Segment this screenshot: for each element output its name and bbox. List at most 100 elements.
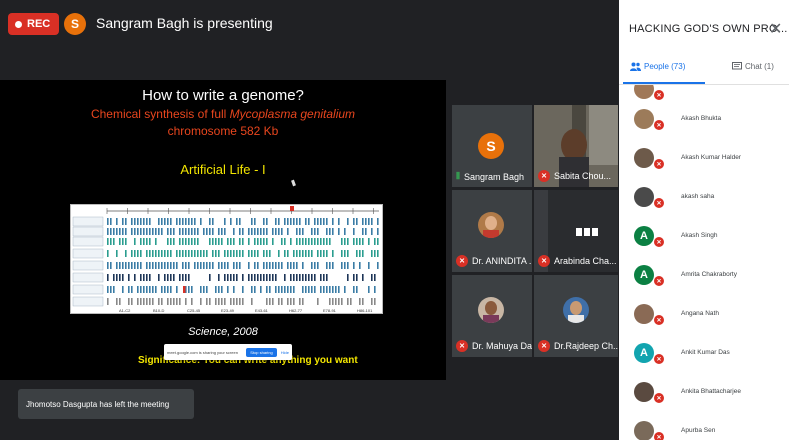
map-gene-bar — [194, 238, 196, 245]
map-gene-bar — [242, 228, 244, 235]
map-gene-bar — [263, 218, 265, 225]
map-gene-bar — [149, 274, 151, 281]
map-gene-bar — [152, 228, 154, 235]
participant-row[interactable]: A ✕ Ankit Kumar Das — [619, 339, 789, 369]
map-gene-bar — [257, 262, 259, 269]
participant-tile-mahuya[interactable]: ✕ Dr. Mahuya Das — [452, 275, 532, 357]
map-gene-bar — [209, 228, 211, 235]
map-gene-bar — [125, 250, 127, 257]
map-gene-bar — [359, 298, 361, 305]
map-gene-bar — [176, 250, 178, 257]
map-gene-bar — [173, 228, 175, 235]
map-gene-bar — [326, 238, 328, 245]
participant-row[interactable]: ✕ Angana Nath — [619, 300, 789, 330]
map-gene-bar — [158, 274, 160, 281]
map-gene-bar — [155, 238, 157, 245]
map-gene-bar — [230, 250, 232, 257]
map-gene-bar — [257, 250, 259, 257]
slide-artificial-life: Artificial Life - I — [180, 162, 266, 177]
map-gene-bar — [137, 262, 139, 269]
map-gene-bar — [233, 298, 235, 305]
mic-off-icon: ✕ — [653, 431, 665, 440]
map-axis-label: H86-101 — [357, 308, 373, 313]
map-gene-bar — [344, 238, 346, 245]
map-gene-bar — [161, 298, 163, 305]
map-gene-bar — [164, 262, 166, 269]
participant-row[interactable]: ✕ Akash Kumar Halder — [619, 144, 789, 174]
record-dot-icon — [15, 20, 22, 28]
tile-name-label: Dr.Rajdeep Ch... — [554, 341, 618, 351]
map-gene-bar — [287, 262, 289, 269]
participant-tile-rajdeep[interactable]: ✕ Dr.Rajdeep Ch... — [534, 275, 618, 357]
map-gene-bar — [170, 228, 172, 235]
map-gene-bar — [347, 274, 349, 281]
hide-share-bar-button[interactable]: Hide — [281, 350, 289, 355]
map-gene-bar — [227, 250, 229, 257]
mic-off-icon: ✕ — [653, 89, 665, 101]
tile-name: ⦀ Sangram Bagh — [456, 171, 524, 182]
map-gene-bar — [344, 286, 346, 293]
map-gene-bar — [362, 238, 364, 245]
participant-row[interactable]: ✕ Ankita Bhattacharjee — [619, 378, 789, 408]
participant-row[interactable]: A ✕ Amrita Chakraborty — [619, 261, 789, 291]
avatar: A — [634, 226, 654, 246]
map-gene-bar — [326, 218, 328, 225]
tab-people[interactable]: People (73) — [630, 62, 685, 71]
map-gene-bar — [266, 286, 268, 293]
participant-row[interactable]: ✕ akash saha — [619, 183, 789, 213]
map-gene-bar — [218, 250, 220, 257]
map-gene-bar — [161, 250, 163, 257]
chat-icon — [732, 62, 742, 70]
map-gene-bar — [182, 250, 184, 257]
participant-tile-arabinda[interactable]: ✕ Arabinda Cha... — [534, 190, 618, 272]
close-icon[interactable]: ✕ — [769, 19, 782, 39]
slide-subtitle-line1: Chemical synthesis of full Mycoplasma ge… — [0, 107, 446, 121]
map-gene-bar — [299, 274, 301, 281]
participant-tile-anindita[interactable]: ✕ Dr. ANINDITA ... — [452, 190, 532, 272]
map-gene-bar — [221, 228, 223, 235]
stop-sharing-button[interactable]: Stop sharing — [246, 347, 277, 357]
map-gene-bar — [284, 286, 286, 293]
map-gene-bar — [116, 250, 118, 257]
map-gene-bar — [218, 298, 220, 305]
map-gene-bar — [323, 250, 325, 257]
map-gene-bar — [155, 250, 157, 257]
map-gene-bar — [173, 238, 175, 245]
map-gene-bar — [359, 238, 361, 245]
map-gene-bar — [251, 228, 253, 235]
map-gene-bar — [218, 262, 220, 269]
map-gene-bar — [356, 274, 358, 281]
map-gene-bar — [311, 250, 313, 257]
map-gene-bar — [146, 274, 148, 281]
map-gene-bar — [131, 250, 133, 257]
map-gene-bar — [362, 298, 364, 305]
map-gene-bar — [332, 250, 334, 257]
map-gene-bar — [164, 218, 166, 225]
participant-row[interactable]: A ✕ Akash Singh — [619, 222, 789, 252]
participant-row[interactable]: ✕ Apurba Sen — [619, 417, 789, 440]
map-gene-bar — [188, 238, 190, 245]
map-gene-bar — [293, 250, 295, 257]
map-gene-bar — [266, 228, 268, 235]
map-gene-bar — [209, 218, 211, 225]
tab-chat[interactable]: Chat (1) — [732, 62, 774, 71]
participant-row[interactable]: ✕ Akash Bhukta — [619, 105, 789, 135]
slide-science-ref: Science, 2008 — [188, 326, 258, 338]
map-gene-bar — [134, 274, 136, 281]
map-gene-bar — [173, 262, 175, 269]
map-gene-bar — [137, 218, 139, 225]
map-gene-bar — [374, 286, 376, 293]
participant-tile-sangram[interactable]: S ⦀ Sangram Bagh — [452, 105, 532, 187]
map-gene-bar — [233, 250, 235, 257]
map-gene-bar — [263, 238, 265, 245]
map-gene-bar — [155, 286, 157, 293]
map-gene-bar — [308, 218, 310, 225]
map-gene-bar — [353, 238, 355, 245]
map-gene-bar — [128, 286, 130, 293]
map-gene-bar — [179, 218, 181, 225]
participant-tile-sabita[interactable]: ✕ Sabita Chou... — [534, 105, 618, 187]
map-gene-bar — [149, 238, 151, 245]
map-gene-bar — [110, 238, 112, 245]
map-gene-bar — [371, 250, 373, 257]
map-gene-bar — [194, 250, 196, 257]
